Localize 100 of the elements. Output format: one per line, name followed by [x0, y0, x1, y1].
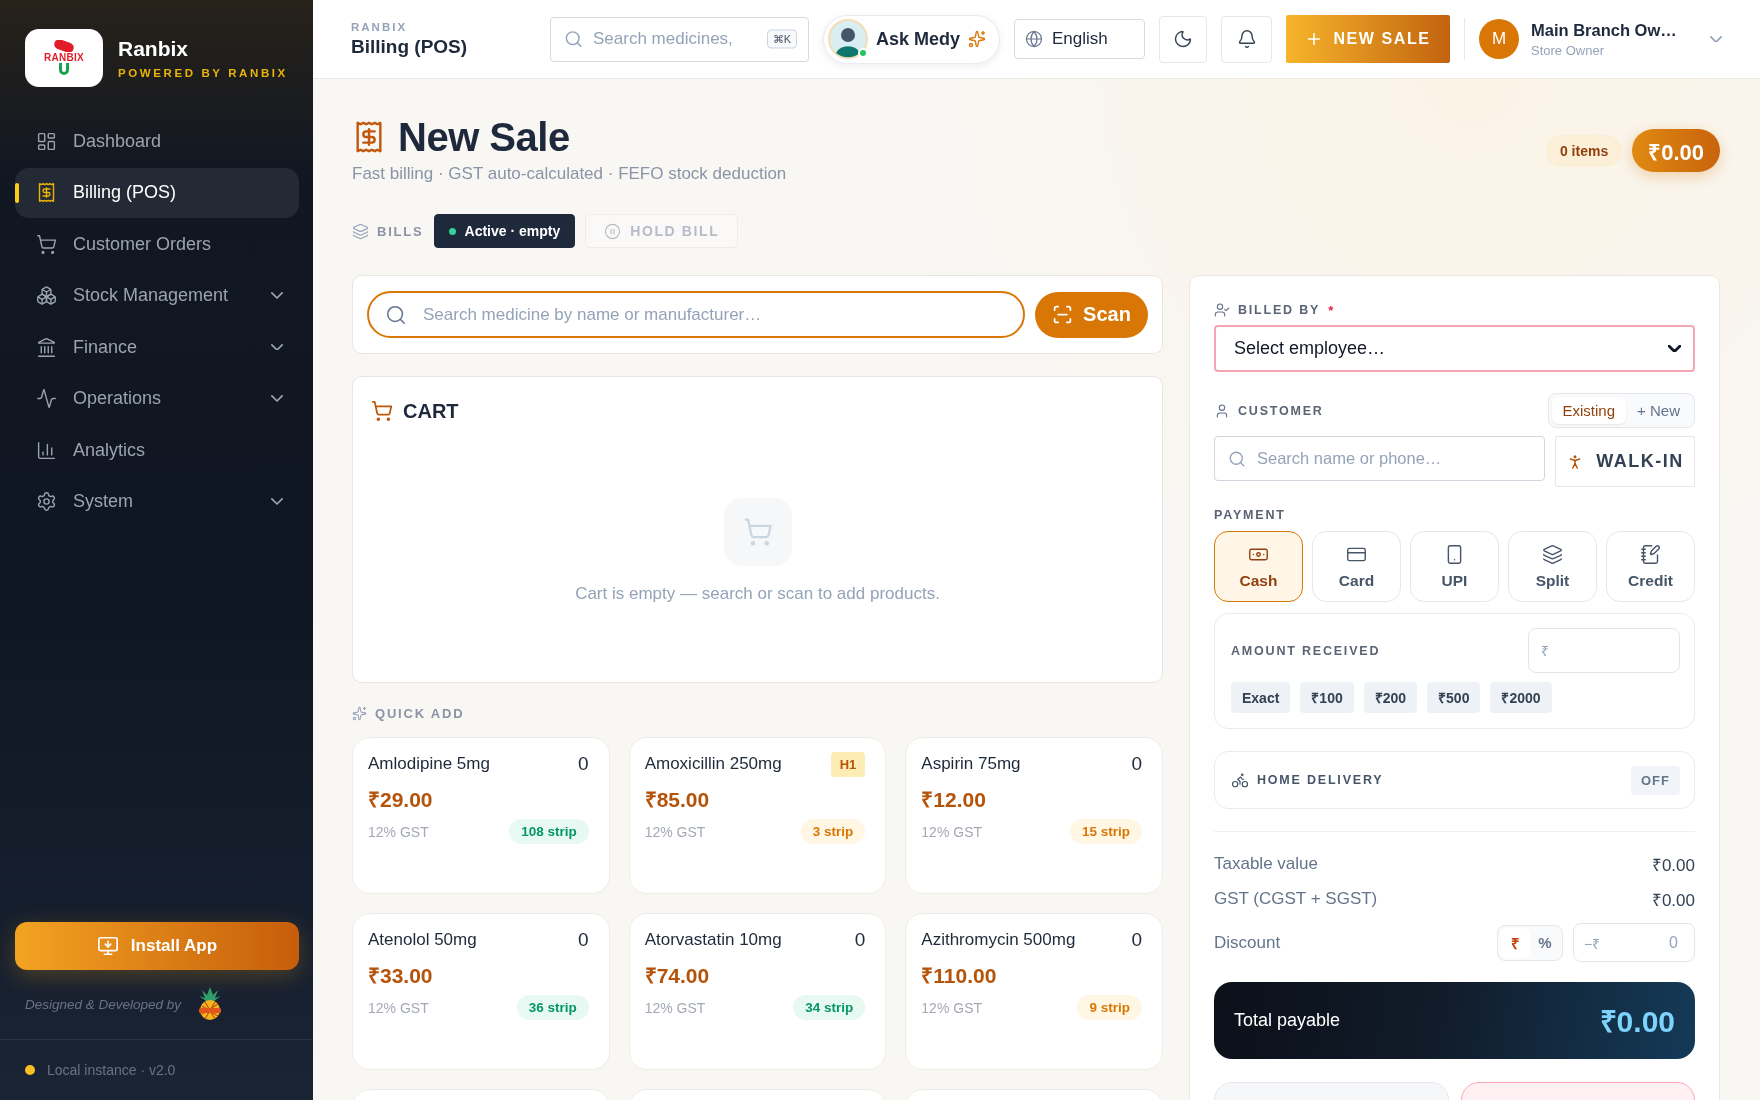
brand-tagline: POWERED BY RANBIX [118, 67, 288, 79]
product-card[interactable]: Atenolol 50mg 0 ₹33.00 12% GST 36 strip [352, 913, 610, 1070]
section-label: BILLS [377, 223, 424, 239]
stock-tag: 3 strip [800, 819, 866, 844]
search-icon [564, 29, 583, 49]
nav-item[interactable]: Operations [15, 373, 299, 424]
product-card[interactable]: Azithromycin 500mg 0 ₹110.00 12% GST 9 strip [905, 913, 1163, 1070]
field-label: PAYMENT [1214, 508, 1287, 522]
bell-icon [1236, 29, 1257, 49]
boxes-icon [36, 285, 57, 306]
stock-tag: 15 strip [1069, 819, 1142, 844]
unit-option[interactable]: % [1530, 927, 1560, 958]
tax-rate: 12% GST [644, 999, 706, 1016]
product-name: Amoxicillin 250mg [644, 754, 782, 774]
customer-search-field[interactable]: Search name or phone… [1214, 436, 1545, 481]
payment-method-button[interactable]: UPI [1410, 531, 1499, 602]
payment-method-button[interactable]: Card [1312, 531, 1401, 602]
product-price: ₹12.00 [921, 787, 987, 813]
product-card[interactable]: Atorvastatin 10mg 0 ₹74.00 12% GST 34 strip [628, 913, 887, 1070]
stock-tag: 9 strip [1077, 995, 1142, 1020]
product-card[interactable]: Amoxicillin 250mg H1 ₹85.00 12% GST 3 strip [628, 737, 887, 894]
nav-item[interactable]: System [15, 476, 299, 527]
page-heading: Billing (POS) [351, 35, 469, 58]
sparkle-icon [968, 30, 987, 48]
stock-tag: 34 strip [793, 995, 866, 1020]
tax-rate: 12% GST [921, 999, 983, 1016]
schedule-tag: H1 [830, 751, 866, 777]
notifications-button[interactable] [1221, 15, 1272, 63]
receipt-icon [36, 182, 57, 203]
nav-item[interactable]: Analytics [15, 425, 299, 475]
notebook-icon [1640, 543, 1661, 565]
cart-quantity: 0 [1131, 753, 1142, 775]
summary-label: Taxable value [1214, 854, 1318, 874]
summary-value: ₹0.00 [1651, 889, 1695, 911]
status-dot [448, 227, 456, 235]
search-icon [1228, 449, 1246, 468]
product-price: ₹74.00 [644, 963, 711, 989]
breadcrumb-label: RANBIX [351, 20, 409, 33]
shortcut-key: ⌘K [766, 29, 797, 49]
settings-icon [36, 491, 57, 512]
nav-item[interactable]: Dashboard [15, 116, 299, 166]
credit-text: Designed & Developed by [25, 996, 182, 1012]
logo-wordmark: RANBIX [43, 51, 85, 63]
walk-in-button[interactable]: WALK-IN [1555, 436, 1695, 487]
product-card[interactable]: Amlodipine 5mg 0 ₹29.00 12% GST 108 strip [352, 737, 610, 894]
instance-label: Local instance · v2.0 [47, 1062, 176, 1078]
summary-value: ₹0.00 [1651, 854, 1695, 876]
product-name: Atorvastatin 10mg [644, 930, 782, 950]
medicine-search-field[interactable]: Search medicine by name or manufacturer… [367, 291, 1025, 338]
chevron-down-icon [1710, 35, 1722, 43]
status-dot [25, 1065, 35, 1075]
product-name: Azithromycin 500mg [921, 930, 1076, 950]
total-badge: ₹0.00 [1632, 129, 1720, 172]
tax-rate: 12% GST [368, 823, 429, 840]
mode-tab[interactable]: Existing [1551, 397, 1627, 424]
payment-method-button[interactable]: Cash [1214, 531, 1303, 602]
mode-tab[interactable]: + New [1626, 397, 1691, 424]
avatar-icon [828, 19, 868, 59]
bank-icon [36, 336, 57, 358]
language-button[interactable]: English [1014, 19, 1145, 59]
nav-item[interactable]: Finance [15, 322, 299, 372]
theme-toggle-button[interactable] [1159, 15, 1207, 63]
nav-item[interactable]: Billing (POS) [15, 167, 299, 218]
cart-title: CART [403, 399, 459, 423]
user-check-icon [1214, 302, 1230, 318]
nav-item[interactable]: Stock Management [15, 270, 299, 321]
amount-field[interactable]: ₹ [1528, 628, 1680, 673]
pineapple-logo [197, 987, 224, 1021]
field-label: HOME DELIVERY [1257, 773, 1384, 787]
dashboard-icon [36, 130, 57, 152]
monitor-download-icon [96, 935, 119, 957]
tax-rate: 12% GST [368, 999, 429, 1016]
capsule-icon [53, 39, 75, 52]
assistant-button[interactable]: Ask Medy [823, 14, 1000, 64]
pulse-icon [36, 388, 57, 409]
amount-preset-button[interactable]: ₹2000 [1490, 682, 1552, 713]
cart-quantity: 0 [578, 753, 589, 775]
field-label: BILLED BY [1238, 303, 1321, 317]
amount-preset-button[interactable]: ₹500 [1427, 682, 1481, 713]
brand-name: Ranbix [118, 37, 189, 61]
product-card[interactable]: Aspirin 75mg 0 ₹12.00 12% GST 15 strip [905, 737, 1163, 894]
product-price: ₹110.00 [921, 963, 998, 989]
scan-icon [1052, 304, 1074, 325]
amount-preset-button[interactable]: ₹200 [1363, 682, 1418, 713]
user-icon [1214, 402, 1230, 419]
employee-select[interactable]: Select employee… [1214, 325, 1695, 372]
amount-preset-button[interactable]: ₹100 [1300, 682, 1354, 713]
layers-icon [352, 222, 369, 240]
field-label: CUSTOMER [1238, 403, 1324, 418]
unit-option[interactable]: ₹ [1500, 927, 1530, 958]
payment-method-button[interactable]: Credit [1606, 531, 1695, 602]
section-label: QUICK ADD [375, 705, 465, 721]
empty-cart-message: Cart is empty — search or scan to add products. [575, 584, 940, 604]
bill-tab[interactable]: Active · empty [433, 214, 576, 248]
amount-preset-button[interactable]: Exact [1231, 682, 1291, 713]
delivery-toggle[interactable]: OFF [1631, 765, 1680, 795]
payment-method-button[interactable]: Split [1508, 531, 1597, 602]
nav-item[interactable]: Customer Orders [15, 219, 299, 269]
field-label: AMOUNT RECEIVED [1231, 643, 1381, 658]
globe-icon [1025, 30, 1043, 48]
